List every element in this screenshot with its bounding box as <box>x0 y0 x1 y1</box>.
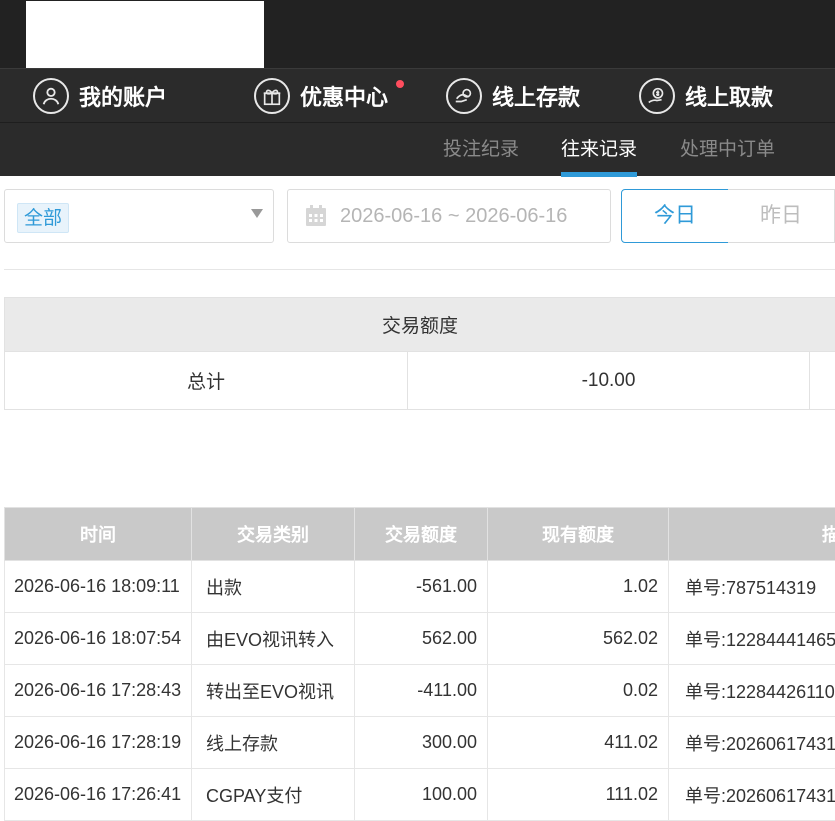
cell-amount: -411.00 <box>355 665 488 717</box>
logo[interactable] <box>26 1 264 69</box>
withdraw-icon <box>639 78 675 114</box>
cell-time: 2026-06-16 18:07:54 <box>5 613 192 665</box>
nav-online-withdraw[interactable]: 线上取款 <box>639 69 773 123</box>
cell-time: 2026-06-16 17:28:43 <box>5 665 192 717</box>
date-range-picker[interactable]: 2026-06-16 ~ 2026-06-16 <box>287 189 611 243</box>
cell-type: 线上存款 <box>192 717 355 769</box>
main-nav: 我的账户 优惠中心 线上存款 线上取款 <box>0 68 835 122</box>
cell-amount: 562.00 <box>355 613 488 665</box>
cell-balance: 111.02 <box>488 769 669 821</box>
cell-amount: -561.00 <box>355 561 488 613</box>
chevron-down-icon <box>251 209 263 218</box>
cell-memo: 单号:12284426110 <box>669 665 835 717</box>
cell-type: 由EVO视讯转入 <box>192 613 355 665</box>
date-range-text: 2026-06-16 ~ 2026-06-16 <box>340 205 567 228</box>
table-row: 2026-06-16 18:07:54 由EVO视讯转入 562.00 562.… <box>5 613 835 665</box>
summary-label: 总计 <box>5 352 408 410</box>
divider <box>4 269 835 270</box>
cell-memo: 单号:20260617431 <box>669 769 835 821</box>
tab-bet-records[interactable]: 投注纪录 <box>443 123 519 177</box>
yesterday-button[interactable]: 昨日 <box>728 189 835 243</box>
calendar-icon <box>304 204 328 228</box>
cell-memo: 单号:787514319 <box>669 561 835 613</box>
column-header-time: 时间 <box>5 508 192 561</box>
cell-time: 2026-06-16 17:26:41 <box>5 769 192 821</box>
cell-balance: 562.02 <box>488 613 669 665</box>
column-header-memo: 描 <box>669 508 835 561</box>
column-header-balance: 现有额度 <box>488 508 669 561</box>
record-tabs: 投注纪录 往来记录 处理中订单 <box>0 122 835 176</box>
summary-header-row: 交易额度 <box>5 298 835 352</box>
selected-type-tag: 全部 <box>17 203 69 233</box>
cell-time: 2026-06-16 17:28:19 <box>5 717 192 769</box>
cell-type: 转出至EVO视讯 <box>192 665 355 717</box>
nav-label: 我的账户 <box>79 80 167 112</box>
deposit-icon <box>446 78 482 114</box>
cell-balance: 1.02 <box>488 561 669 613</box>
cell-amount: 100.00 <box>355 769 488 821</box>
summary-value: -10.00 <box>408 352 810 410</box>
summary-extra-cell <box>810 352 835 410</box>
transaction-table: 时间 交易类别 交易额度 现有额度 描 2026-06-16 18:09:11 … <box>4 507 835 821</box>
cell-memo: 单号:12284441465 <box>669 613 835 665</box>
tab-pending-orders[interactable]: 处理中订单 <box>680 123 775 177</box>
gift-icon <box>254 78 290 114</box>
top-header <box>0 0 835 68</box>
cell-type: CGPAY支付 <box>192 769 355 821</box>
column-header-amount: 交易额度 <box>355 508 488 561</box>
table-row: 2026-06-16 18:09:11 出款 -561.00 1.02 单号:7… <box>5 561 835 613</box>
cell-time: 2026-06-16 18:09:11 <box>5 561 192 613</box>
table-header-row: 时间 交易类别 交易额度 现有额度 描 <box>5 508 835 561</box>
user-icon <box>33 78 69 114</box>
cell-type: 出款 <box>192 561 355 613</box>
summary-table: 交易额度 总计 -10.00 <box>4 297 835 410</box>
nav-label: 优惠中心 <box>300 80 388 112</box>
active-tab-indicator <box>561 172 637 177</box>
today-button[interactable]: 今日 <box>621 189 729 243</box>
nav-online-deposit[interactable]: 线上存款 <box>446 69 580 123</box>
cell-memo: 单号:20260617431 <box>669 717 835 769</box>
notification-dot <box>396 80 404 88</box>
transaction-type-select[interactable]: 全部 <box>4 189 274 243</box>
table-row: 2026-06-16 17:28:43 转出至EVO视讯 -411.00 0.0… <box>5 665 835 717</box>
nav-label: 线上取款 <box>685 80 773 112</box>
summary-header: 交易额度 <box>5 298 835 352</box>
cell-balance: 0.02 <box>488 665 669 717</box>
tab-transaction-records[interactable]: 往来记录 <box>561 123 637 177</box>
table-row: 2026-06-16 17:28:19 线上存款 300.00 411.02 单… <box>5 717 835 769</box>
nav-label: 线上存款 <box>492 80 580 112</box>
table-row: 2026-06-16 17:26:41 CGPAY支付 100.00 111.0… <box>5 769 835 821</box>
column-header-type: 交易类别 <box>192 508 355 561</box>
cell-amount: 300.00 <box>355 717 488 769</box>
nav-promotions[interactable]: 优惠中心 <box>254 69 388 123</box>
nav-my-account[interactable]: 我的账户 <box>33 69 167 123</box>
summary-row: 总计 -10.00 <box>5 352 835 410</box>
cell-balance: 411.02 <box>488 717 669 769</box>
